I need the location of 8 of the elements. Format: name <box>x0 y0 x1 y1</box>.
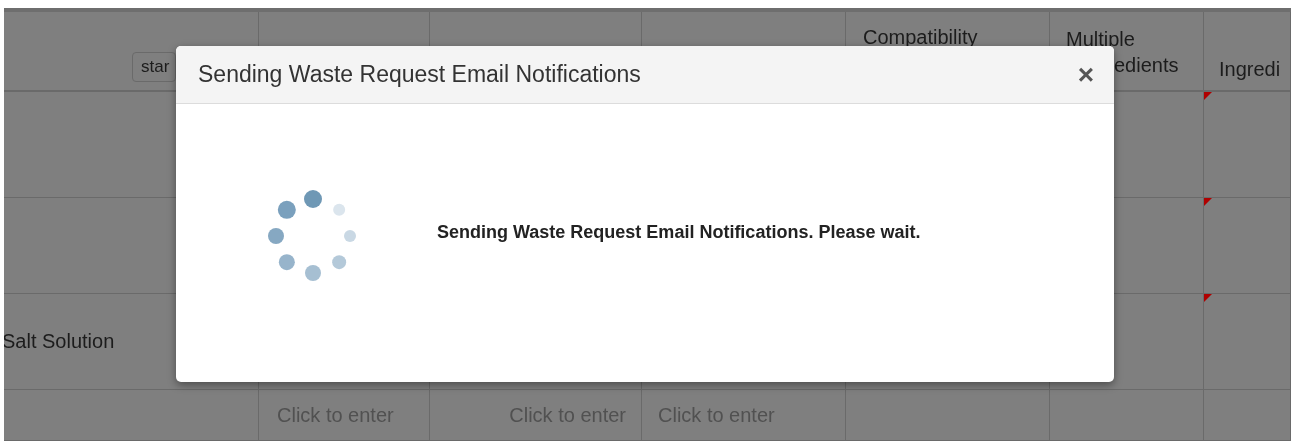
filter-button[interactable]: star <box>132 52 176 82</box>
column-header: Ingredi <box>1219 58 1281 82</box>
column-header: Compatibility <box>863 26 978 50</box>
column-header: Multiple <box>1066 27 1135 52</box>
column-header: edients <box>1114 53 1179 78</box>
loading-message: Sending Waste Request Email Notifications. Please wait. <box>437 221 921 243</box>
close-button[interactable]: × <box>1077 60 1094 89</box>
modal-title: Sending Waste Request Email Notifications <box>198 61 641 88</box>
